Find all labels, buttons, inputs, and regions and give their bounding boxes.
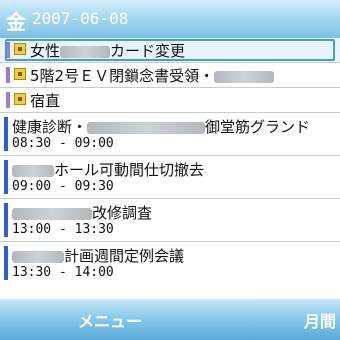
softkey-bar: メニュー 月間 <box>0 299 340 340</box>
monthly-softkey[interactable]: 月間 <box>304 308 336 332</box>
event-item[interactable]: 健康診断・ 御堂筋グランド 08:30 - 09:00 <box>0 113 340 155</box>
weekday-label: 金 <box>6 10 26 34</box>
redacted-text <box>12 207 92 220</box>
schedule-list: 女性 カード変更 5階2号ＥＶ閉鎖念書受領・ 宿直 健康診断・ 御堂筋グランド 08… <box>0 38 340 299</box>
event-title-part: 改修調査 <box>92 204 153 222</box>
allday-text: 宿直 <box>30 92 61 110</box>
date-header: 金 2007-06-08 <box>0 0 340 38</box>
event-title: 改修調査 <box>12 202 152 223</box>
event-time: 13:00 - 13:30 <box>12 222 114 237</box>
event-title: 健康診断・ 御堂筋グランド <box>12 116 310 137</box>
date-label: 2007-06-08 <box>32 9 129 28</box>
allday-text-part: 5階2号ＥＶ閉鎖念書受領・ <box>30 67 215 85</box>
allday-item[interactable]: 女性 カード変更 <box>0 38 340 62</box>
event-title-part: 御堂筋グランド <box>205 118 311 136</box>
redacted-text <box>12 250 64 263</box>
event-marker <box>4 246 8 280</box>
redacted-text <box>87 121 206 134</box>
event-item[interactable]: 改修調査 13:00 - 13:30 <box>0 199 340 241</box>
allday-text: 5階2号ＥＶ閉鎖念書受領・ <box>30 65 275 86</box>
event-marker <box>4 160 8 194</box>
memo-icon <box>14 68 26 80</box>
redacted-text <box>12 164 54 177</box>
allday-text-part: カード変更 <box>110 42 186 60</box>
event-title-part: 計画週間定例会議 <box>64 247 185 265</box>
event-time: 08:30 - 09:00 <box>12 136 114 151</box>
allday-item[interactable]: 宿直 <box>0 88 340 112</box>
allday-marker <box>6 67 10 83</box>
event-title-part: ホール可動間仕切撤去 <box>54 161 205 179</box>
event-time: 13:30 - 14:00 <box>12 265 114 280</box>
redacted-text <box>214 70 275 83</box>
event-title: 計画週間定例会議 <box>12 245 184 266</box>
event-marker <box>4 203 8 237</box>
menu-softkey[interactable]: メニュー <box>78 308 142 332</box>
redacted-text <box>60 45 111 58</box>
event-item[interactable]: ホール可動間仕切撤去 09:00 - 09:30 <box>0 156 340 198</box>
event-item[interactable]: 計画週間定例会議 13:30 - 14:00 <box>0 242 340 284</box>
event-time: 09:00 - 09:30 <box>12 179 114 194</box>
event-title-part: 健康診断・ <box>12 118 88 136</box>
allday-marker <box>6 92 10 108</box>
event-title: ホール可動間仕切撤去 <box>12 159 204 180</box>
memo-icon <box>14 93 26 105</box>
allday-marker <box>6 42 10 58</box>
allday-text-part: 女性 <box>30 42 61 60</box>
memo-icon <box>14 43 26 55</box>
allday-item[interactable]: 5階2号ＥＶ閉鎖念書受領・ <box>0 63 340 87</box>
allday-text: 女性 カード変更 <box>30 40 185 61</box>
event-marker <box>4 117 8 151</box>
